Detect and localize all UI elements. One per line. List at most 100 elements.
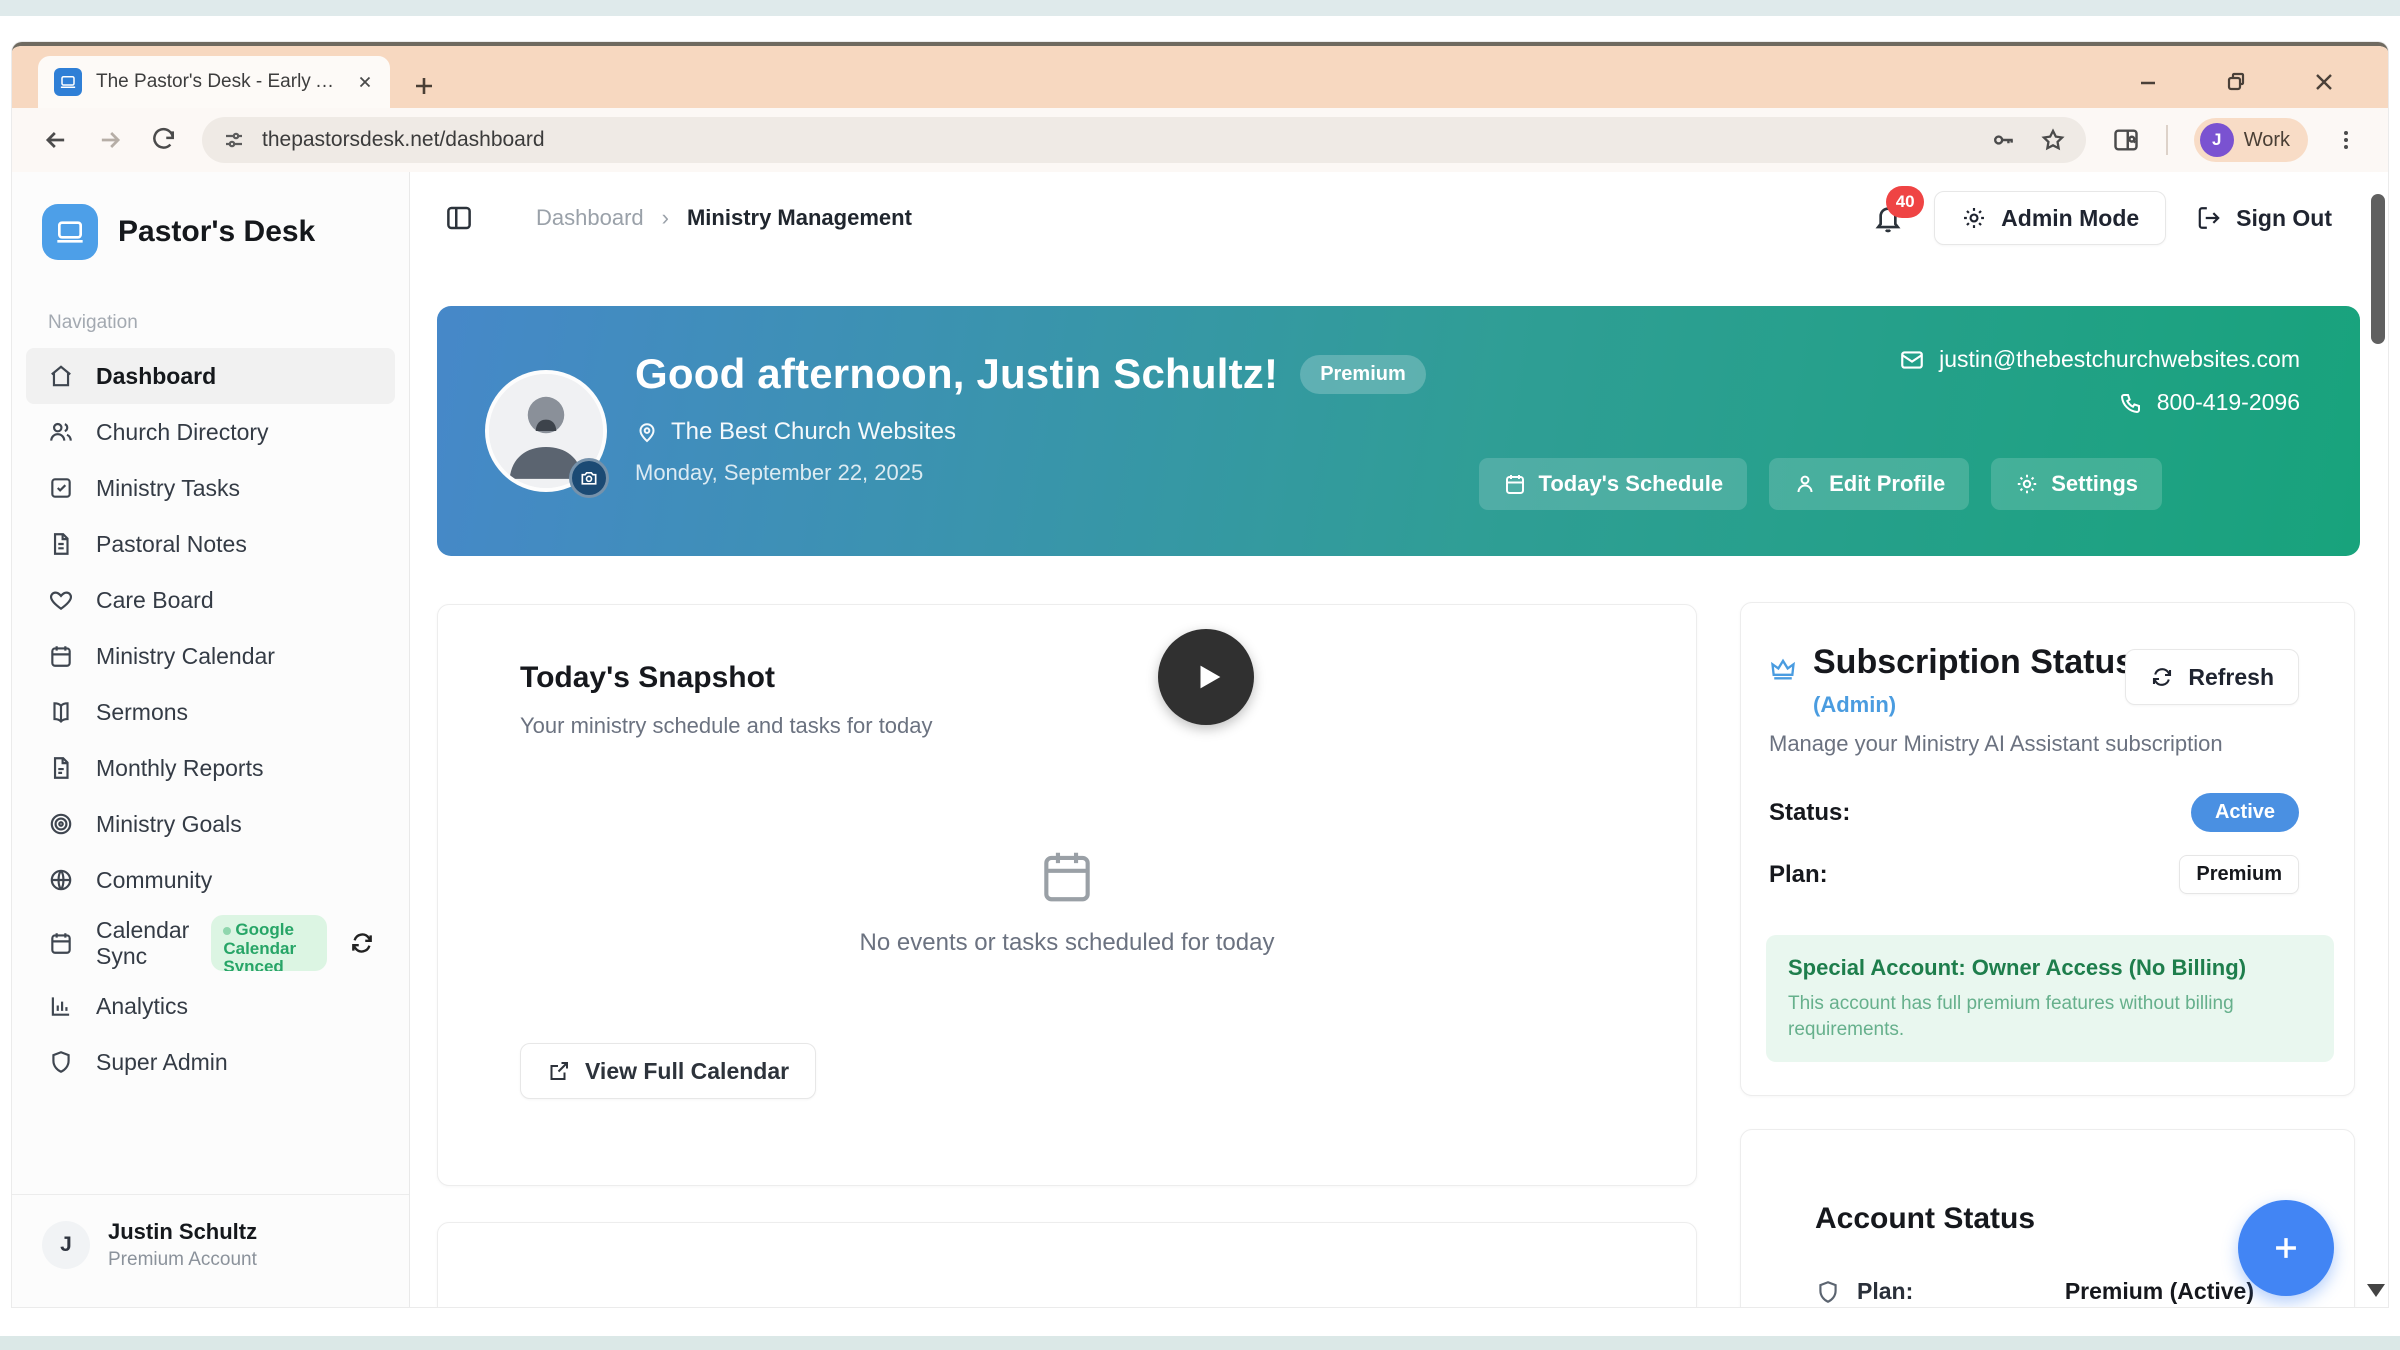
forward-button[interactable] — [96, 126, 124, 154]
todays-schedule-button[interactable]: Today's Schedule — [1479, 458, 1748, 510]
next-section-card — [437, 1222, 1697, 1307]
page-header: Dashboard › Ministry Management 40 Admin… — [410, 172, 2388, 264]
edit-profile-button[interactable]: Edit Profile — [1769, 458, 1969, 510]
status-active-badge: Active — [2191, 793, 2299, 832]
subscription-subtitle: Manage your Ministry AI Assistant subscr… — [1769, 731, 2223, 757]
site-favicon-icon — [54, 68, 82, 96]
user-phone: 800-419-2096 — [2157, 389, 2300, 416]
sidebar-item-label: Ministry Calendar — [96, 643, 275, 670]
new-tab-button[interactable] — [412, 74, 436, 98]
gear-icon — [2015, 472, 2039, 496]
tab-title: The Pastor's Desk - Early Acces — [96, 71, 342, 93]
close-window-button[interactable] — [2312, 70, 2336, 94]
sidebar-item-label: Church Directory — [96, 419, 269, 446]
breadcrumb: Dashboard › Ministry Management — [536, 205, 912, 231]
sidebar-item-calendar-sync[interactable]: Calendar Sync Google Calendar Synced — [26, 908, 395, 978]
sidebar: Pastor's Desk Navigation Dashboard Churc… — [12, 172, 410, 1307]
admin-mode-button[interactable]: Admin Mode — [1934, 191, 2166, 245]
user-email: justin@thebestchurchwebsites.com — [1939, 346, 2300, 373]
sidebar-item-care-board[interactable]: Care Board — [26, 572, 395, 628]
site-controls-icon[interactable] — [222, 128, 246, 152]
subscription-title: Subscription Status (Admin) — [1813, 643, 2143, 721]
home-icon — [48, 363, 74, 389]
side-panel-search-icon[interactable] — [2112, 126, 2140, 154]
browser-menu-icon[interactable] — [2334, 128, 2358, 152]
password-key-icon[interactable] — [1990, 127, 2016, 153]
bar-chart-icon — [48, 993, 74, 1019]
book-open-icon — [48, 699, 74, 725]
notifications-button[interactable]: 40 — [1872, 202, 1904, 234]
sidebar-item-label: Pastoral Notes — [96, 531, 247, 558]
todays-snapshot-card: Today's Snapshot Your ministry schedule … — [437, 604, 1697, 1186]
sidebar-item-dashboard[interactable]: Dashboard — [26, 348, 395, 404]
minimize-button[interactable] — [2136, 70, 2160, 94]
browser-window: The Pastor's Desk - Early Acces thepasto… — [12, 42, 2388, 1307]
account-plan-label: Plan: — [1857, 1278, 1913, 1305]
sidebar-item-ministry-goals[interactable]: Ministry Goals — [26, 796, 395, 852]
restore-button[interactable] — [2224, 70, 2248, 94]
sidebar-item-sermons[interactable]: Sermons — [26, 684, 395, 740]
app-logo-row: Pastor's Desk — [12, 172, 409, 260]
gear-icon — [1961, 205, 1987, 231]
sidebar-item-analytics[interactable]: Analytics — [26, 978, 395, 1034]
breadcrumb-parent[interactable]: Dashboard — [536, 205, 644, 231]
sidebar-item-church-directory[interactable]: Church Directory — [26, 404, 395, 460]
browser-tab-strip: The Pastor's Desk - Early Acces — [12, 46, 2388, 108]
sidebar-item-community[interactable]: Community — [26, 852, 395, 908]
location-pin-icon — [635, 420, 659, 444]
address-bar[interactable]: thepastorsdesk.net/dashboard — [202, 117, 2086, 163]
sidebar-user-card[interactable]: J Justin Schultz Premium Account — [12, 1194, 409, 1307]
globe-icon — [48, 867, 74, 893]
sidebar-item-label: Monthly Reports — [96, 755, 263, 782]
crown-icon — [1769, 655, 1797, 721]
reload-button[interactable] — [150, 127, 176, 153]
user-avatar: J — [42, 1221, 90, 1269]
back-button[interactable] — [42, 126, 70, 154]
calendar-icon — [1503, 472, 1527, 496]
sidebar-item-pastoral-notes[interactable]: Pastoral Notes — [26, 516, 395, 572]
people-icon — [48, 419, 74, 445]
person-icon — [1793, 472, 1817, 496]
target-icon — [48, 811, 74, 837]
app-name: Pastor's Desk — [118, 215, 315, 249]
sync-refresh-icon[interactable] — [349, 930, 375, 956]
change-photo-camera-icon[interactable] — [569, 458, 609, 498]
tab-close-icon[interactable] — [356, 73, 374, 91]
notice-title: Special Account: Owner Access (No Billin… — [1788, 955, 2312, 981]
sidebar-toggle-icon[interactable] — [444, 203, 474, 233]
browser-profile-name: Work — [2244, 129, 2290, 152]
browser-profile-chip[interactable]: J Work — [2194, 118, 2308, 162]
plan-label: Plan: — [1769, 861, 1828, 889]
empty-state-message: No events or tasks scheduled for today — [860, 929, 1275, 957]
user-name: Justin Schultz — [108, 1219, 257, 1245]
notice-body: This account has full premium features w… — [1788, 991, 2312, 1042]
admin-tag: (Admin) — [1813, 692, 1896, 717]
browser-tab[interactable]: The Pastor's Desk - Early Acces — [38, 56, 390, 108]
subscription-status-card: Subscription Status (Admin) Refresh Mana… — [1740, 602, 2355, 1096]
bookmark-star-icon[interactable] — [2040, 127, 2066, 153]
mail-icon — [1899, 347, 1925, 373]
settings-button[interactable]: Settings — [1991, 458, 2162, 510]
add-floating-action-button[interactable] — [2238, 1200, 2334, 1296]
scrollbar-down-arrow[interactable] — [2367, 1284, 2385, 1297]
sidebar-item-label: Calendar Sync — [96, 917, 189, 970]
view-full-calendar-button[interactable]: View Full Calendar — [520, 1043, 816, 1099]
url-text[interactable]: thepastorsdesk.net/dashboard — [262, 128, 1974, 152]
sidebar-item-label: Super Admin — [96, 1049, 228, 1076]
sidebar-item-label: Care Board — [96, 587, 214, 614]
refresh-button[interactable]: Refresh — [2125, 649, 2299, 705]
sidebar-item-ministry-tasks[interactable]: Ministry Tasks — [26, 460, 395, 516]
sidebar-item-ministry-calendar[interactable]: Ministry Calendar — [26, 628, 395, 684]
user-plan: Premium Account — [108, 1249, 257, 1271]
sign-out-button[interactable]: Sign Out — [2196, 205, 2332, 232]
heart-icon — [48, 587, 74, 613]
log-out-icon — [2196, 205, 2222, 231]
sidebar-item-label: Ministry Tasks — [96, 475, 240, 502]
app-logo-icon — [42, 204, 98, 260]
sidebar-item-super-admin[interactable]: Super Admin — [26, 1034, 395, 1090]
scrollbar-thumb[interactable] — [2371, 194, 2385, 344]
premium-badge: Premium — [1300, 355, 1426, 394]
sidebar-item-monthly-reports[interactable]: Monthly Reports — [26, 740, 395, 796]
sidebar-item-label: Ministry Goals — [96, 811, 242, 838]
video-play-button[interactable] — [1158, 629, 1254, 725]
